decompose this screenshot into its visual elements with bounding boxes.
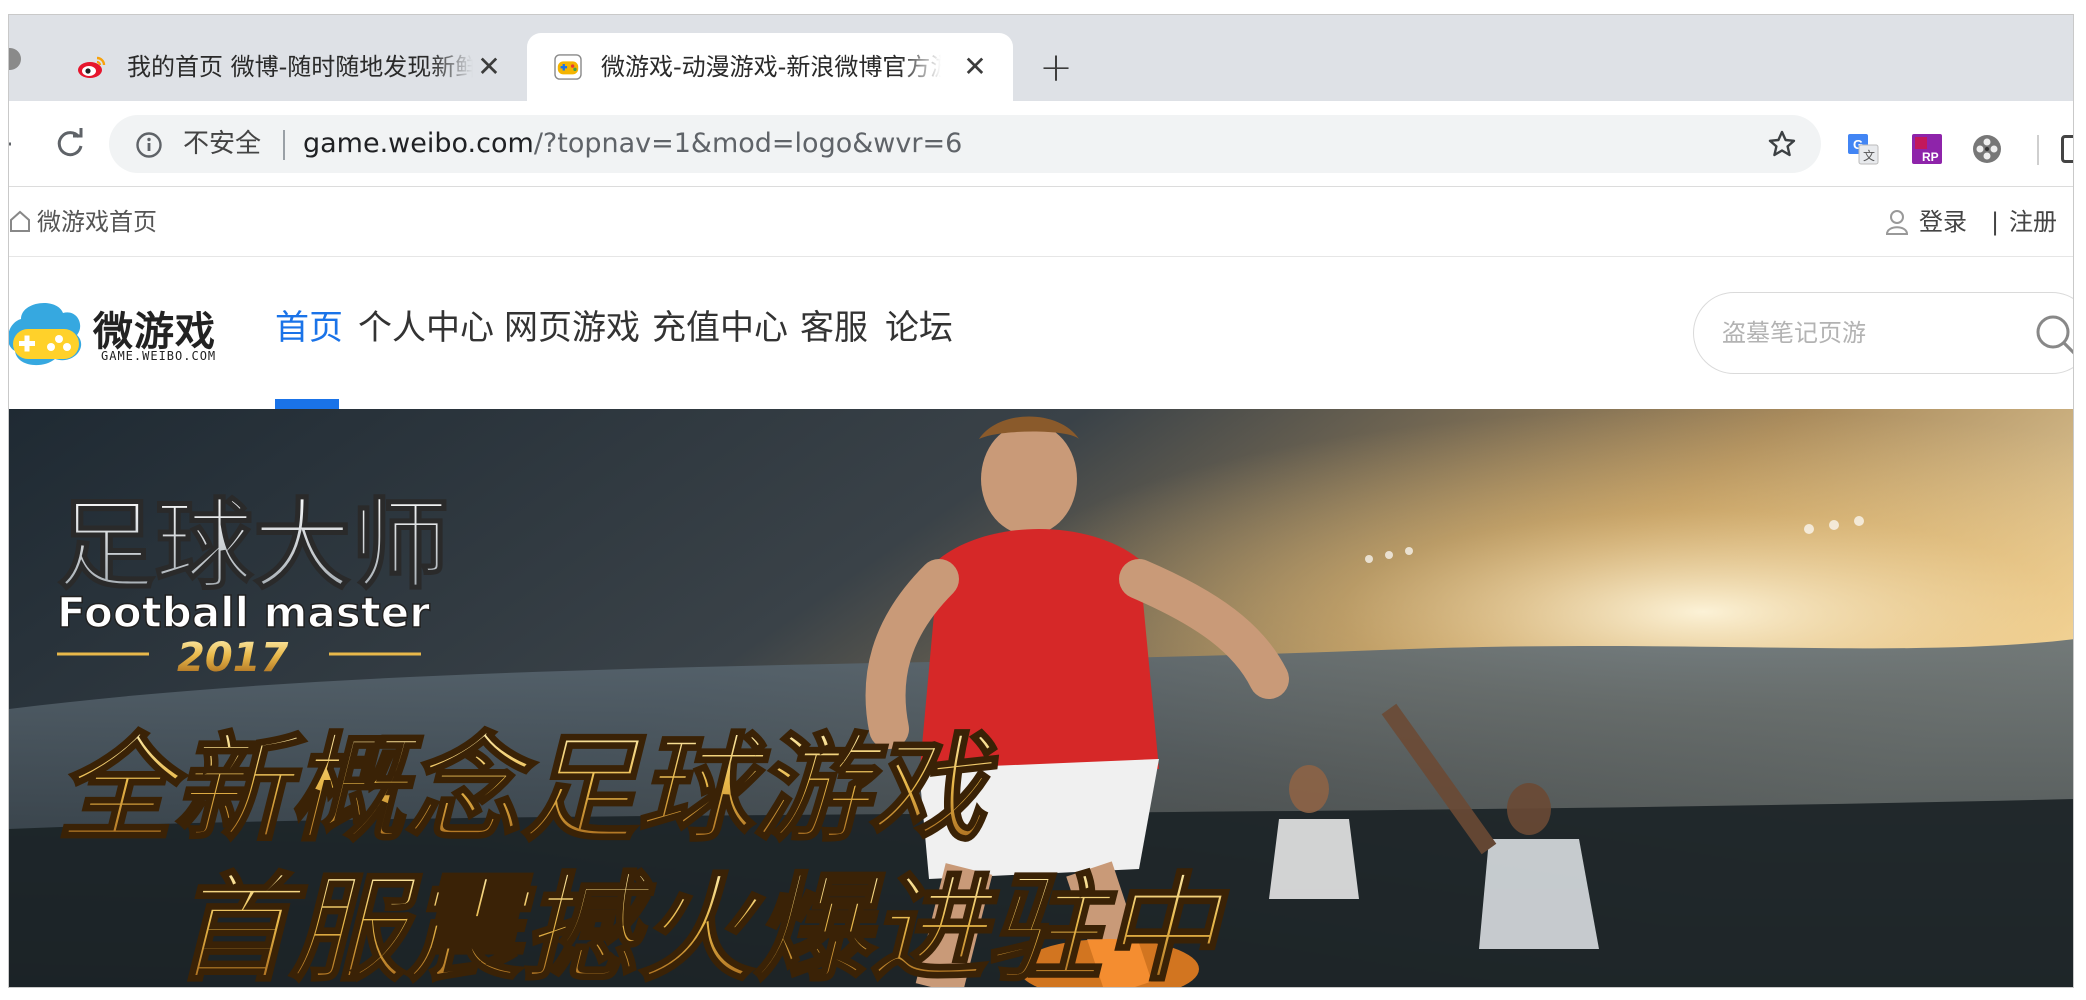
nav-personal-center[interactable]: 个人中心 — [358, 257, 494, 409]
nav-home[interactable]: 首页 — [275, 257, 343, 409]
logo-text-en: GAME.WEIBO.COM — [101, 349, 217, 363]
close-tab-icon[interactable]: ✕ — [477, 53, 501, 81]
browser-toolbar: 不安全 game.weibo.com/?topnav=1&mod=logo&wv… — [9, 101, 2073, 187]
weibo-game-logo-icon[interactable] — [8, 295, 87, 369]
toolbar-divider — [2037, 135, 2039, 165]
url-host: game.weibo.com — [303, 128, 534, 159]
weibo-favicon-icon — [78, 56, 106, 78]
url-text[interactable]: game.weibo.com/?topnav=1&mod=logo&wvr=6 — [303, 115, 962, 173]
site-top-bar: 微游戏首页 登录 | 注册 — [9, 187, 2073, 257]
reload-icon[interactable] — [53, 127, 87, 161]
url-path: /?topnav=1&mod=logo&wvr=6 — [533, 128, 963, 159]
user-icon — [1885, 210, 1909, 235]
tab-title: 微游戏-动漫游戏-新浪微博官方游戏平台 — [601, 53, 941, 81]
weibo-game-favicon-icon — [554, 54, 582, 80]
address-bar[interactable]: 不安全 game.weibo.com/?topnav=1&mod=logo&wv… — [109, 115, 1821, 173]
banner-year: 2017 — [177, 635, 288, 681]
window-control-dot[interactable] — [9, 48, 21, 70]
search-input[interactable] — [1722, 293, 2022, 373]
game-home-link[interactable]: 微游戏首页 — [37, 187, 157, 257]
omnibox-divider — [283, 130, 285, 160]
film-reel-extension-icon[interactable] — [1971, 133, 2003, 165]
info-icon[interactable] — [135, 131, 163, 159]
home-icon — [10, 210, 30, 232]
bookmark-star-icon[interactable] — [1767, 129, 1797, 159]
banner-slogan-line1: 全新概念足球游戏 — [57, 722, 998, 857]
svg-text:RP: RP — [1922, 150, 1939, 164]
login-link[interactable]: 登录 — [1919, 187, 1967, 257]
translate-extension-icon[interactable]: G 文 — [1847, 133, 1879, 165]
browser-window: 我的首页 微博-随时随地发现新鲜事 ✕ 微游戏-动漫游戏-新浪微博官方游戏平台 … — [8, 14, 2074, 988]
login-separator: | — [1991, 208, 2000, 236]
new-tab-button[interactable]: + — [1039, 48, 1073, 88]
rp-extension-icon[interactable]: RP — [1911, 133, 1943, 165]
main-navigation: 微游戏 GAME.WEIBO.COM 首页 个人中心 网页游戏 充值中心 客服 … — [9, 257, 2073, 409]
promo-banner[interactable]: 足球大师 Football master 2017 全新概念足球游戏 首服震撼火… — [9, 409, 2073, 988]
banner-slogan-line2: 首服震撼火爆进驻中 — [174, 862, 1229, 988]
nav-forum[interactable]: 论坛 — [885, 257, 953, 409]
nav-recharge-center[interactable]: 充值中心 — [652, 257, 788, 409]
svg-text:文: 文 — [1863, 148, 1875, 163]
search-icon[interactable] — [2034, 313, 2074, 357]
back-arrow-icon[interactable] — [9, 129, 11, 159]
register-link[interactable]: 注册 — [2009, 187, 2057, 257]
nav-web-games[interactable]: 网页游戏 — [504, 257, 640, 409]
banner-artwork: 足球大师 Football master 2017 全新概念足球游戏 首服震撼火… — [9, 409, 2073, 988]
tab-weibo-home[interactable]: 我的首页 微博-随时随地发现新鲜事 ✕ — [49, 33, 527, 101]
active-nav-indicator — [275, 399, 339, 409]
tab-weibo-game[interactable]: 微游戏-动漫游戏-新浪微博官方游戏平台 ✕ — [527, 33, 1013, 101]
nav-customer-service[interactable]: 客服 — [800, 257, 868, 409]
banner-game-title-en: Football master — [57, 588, 430, 637]
security-label[interactable]: 不安全 — [183, 115, 261, 173]
close-tab-icon[interactable]: ✕ — [963, 53, 987, 81]
tab-title: 我的首页 微博-随时随地发现新鲜事 — [127, 53, 473, 81]
banner-game-title-cn: 足球大师 — [57, 489, 449, 603]
extension-icon[interactable] — [2061, 135, 2073, 163]
search-box[interactable] — [1693, 292, 2074, 374]
tab-strip: 我的首页 微博-随时随地发现新鲜事 ✕ 微游戏-动漫游戏-新浪微博官方游戏平台 … — [9, 15, 2073, 101]
